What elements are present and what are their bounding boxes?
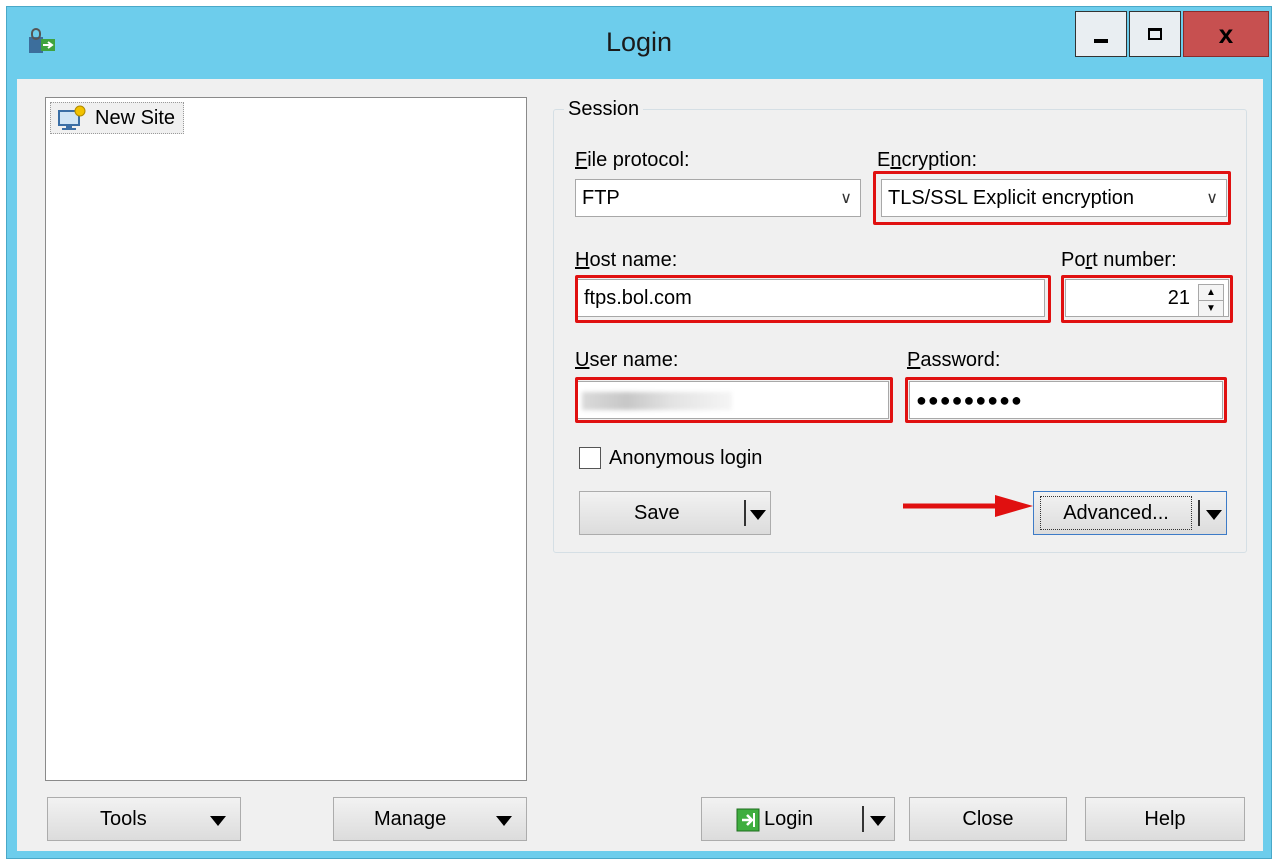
login-button[interactable]: Login	[701, 797, 895, 841]
advanced-button-label: Advanced...	[1040, 496, 1192, 530]
password-label: Password:	[907, 349, 1001, 371]
tree-item-label: New Site	[95, 106, 176, 129]
user-name-highlight	[575, 377, 893, 423]
advanced-button[interactable]: Advanced...	[1033, 491, 1227, 535]
tools-button-label: Tools	[100, 807, 147, 830]
login-split-separator	[862, 806, 864, 832]
tree-item-new-site[interactable]: New Site	[50, 102, 185, 134]
file-protocol-select[interactable]: FTP ∨	[575, 179, 861, 217]
port-number-label: Port number:	[1061, 249, 1177, 271]
host-name-highlight	[575, 275, 1051, 323]
advanced-split-separator	[1198, 500, 1200, 526]
minimize-icon	[1094, 39, 1108, 43]
login-icon	[736, 808, 760, 832]
port-number-highlight	[1061, 275, 1233, 323]
save-button[interactable]: Save	[579, 491, 771, 535]
tools-button[interactable]: Tools	[47, 797, 241, 841]
advanced-dropdown-arrow-icon[interactable]	[1206, 510, 1222, 520]
site-tree[interactable]: New Site	[45, 97, 527, 781]
manage-button[interactable]: Manage	[333, 797, 527, 841]
maximize-icon	[1148, 28, 1162, 40]
manage-dropdown-arrow-icon	[496, 816, 512, 826]
login-dropdown-arrow-icon[interactable]	[870, 816, 886, 826]
encryption-highlight	[873, 171, 1231, 225]
host-name-label: Host name:	[575, 249, 678, 271]
dialog-client-area: New Site Session File protocol: FTP ∨ En…	[17, 79, 1263, 851]
red-arrow-annotation	[903, 495, 1033, 517]
login-window: Login x New Site Session File protocol:	[6, 6, 1272, 859]
minimize-button[interactable]	[1075, 11, 1127, 57]
close-icon: x	[1218, 18, 1234, 49]
close-button[interactable]: Close	[909, 797, 1067, 841]
file-protocol-label: File protocol:	[575, 149, 690, 171]
help-button[interactable]: Help	[1085, 797, 1245, 841]
manage-button-label: Manage	[374, 807, 447, 830]
monitor-star-icon	[58, 105, 86, 130]
encryption-label: Encryption:	[877, 149, 978, 171]
anonymous-login-checkbox[interactable]	[579, 447, 601, 469]
chevron-down-icon: ∨	[840, 190, 852, 207]
help-button-label: Help	[1144, 807, 1186, 830]
session-group-label: Session	[564, 98, 644, 121]
close-button-label: Close	[962, 807, 1014, 830]
close-window-button[interactable]: x	[1183, 11, 1269, 57]
title-bar[interactable]: Login x	[7, 7, 1271, 79]
save-dropdown-arrow-icon[interactable]	[750, 510, 766, 520]
file-protocol-value: FTP	[582, 186, 620, 209]
tools-dropdown-arrow-icon	[210, 816, 226, 826]
user-name-label: User name:	[575, 349, 679, 371]
password-highlight	[905, 377, 1227, 423]
anonymous-login-label: Anonymous login	[609, 447, 763, 469]
login-button-label: Login	[764, 807, 813, 830]
save-split-separator	[744, 500, 746, 526]
maximize-button[interactable]	[1129, 11, 1181, 57]
save-button-label: Save	[634, 501, 680, 524]
